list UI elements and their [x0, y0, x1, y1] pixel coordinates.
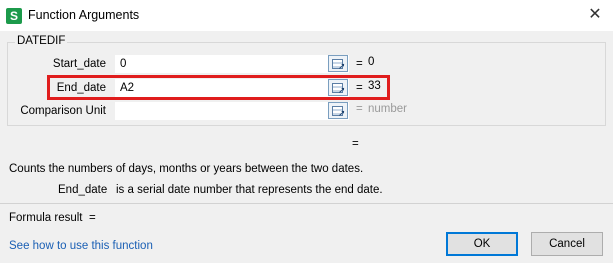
formula-result-equals: =: [89, 212, 96, 224]
divider: [0, 203, 613, 204]
function-name: DATEDIF: [15, 35, 68, 47]
start-date-equals: =: [356, 58, 363, 70]
function-description: Counts the numbers of days, months or ye…: [9, 163, 364, 175]
app-logo-icon: S: [6, 8, 22, 24]
argument-description-name: End_date: [58, 184, 108, 196]
start-date-ref-button[interactable]: ➚: [328, 55, 348, 72]
cursor-arrow-icon: ➚: [338, 61, 346, 71]
argument-description-text: is a serial date number that represents …: [116, 184, 383, 196]
start-date-result: 0: [368, 56, 375, 68]
function-result-equals: =: [352, 138, 359, 150]
formula-result-label: Formula result: [9, 212, 83, 224]
cancel-button[interactable]: Cancel: [531, 232, 603, 256]
comparison-unit-ref-button[interactable]: ➚: [328, 102, 348, 119]
dialog-title: Function Arguments: [28, 8, 140, 22]
comparison-unit-input[interactable]: [115, 102, 349, 120]
help-link[interactable]: See how to use this function: [9, 240, 153, 252]
close-icon[interactable]: ✕: [583, 4, 607, 26]
highlight-annotation: [47, 75, 390, 100]
start-date-label: Start_date: [52, 58, 106, 70]
cursor-arrow-icon: ➚: [338, 108, 346, 118]
ok-button[interactable]: OK: [446, 232, 518, 256]
comparison-unit-equals: =: [356, 103, 363, 115]
title-bar: S Function Arguments ✕: [0, 0, 613, 31]
start-date-input[interactable]: 0: [115, 55, 349, 73]
comparison-unit-label: Comparison Unit: [20, 105, 106, 117]
comparison-unit-result: number: [368, 103, 407, 115]
